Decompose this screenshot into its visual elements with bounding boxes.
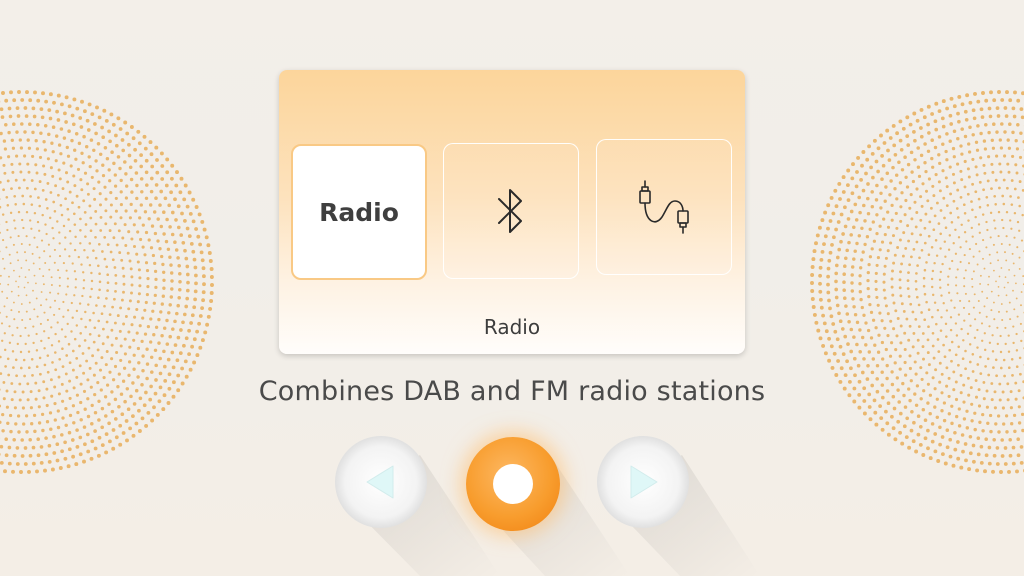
previous-button[interactable]: [335, 436, 427, 528]
source-description: Combines DAB and FM radio stations: [258, 376, 766, 407]
speaker-grille-left: [0, 90, 214, 474]
triangle-left-icon: [366, 465, 394, 499]
source-tile-bluetooth[interactable]: [443, 143, 579, 279]
source-panel: Radio Radio: [279, 70, 745, 354]
source-tile-radio-label: Radio: [319, 197, 399, 227]
aux-cable-icon: [639, 180, 689, 234]
source-tile-aux[interactable]: [596, 139, 732, 275]
source-tile-radio[interactable]: Radio: [291, 144, 427, 280]
current-source-label: Radio: [483, 315, 541, 339]
dot-icon: [493, 464, 533, 504]
next-button[interactable]: [597, 436, 689, 528]
triangle-right-icon: [630, 465, 658, 499]
bluetooth-icon: [498, 189, 522, 233]
select-button[interactable]: [466, 437, 560, 531]
speaker-grille-right: [810, 90, 1024, 474]
